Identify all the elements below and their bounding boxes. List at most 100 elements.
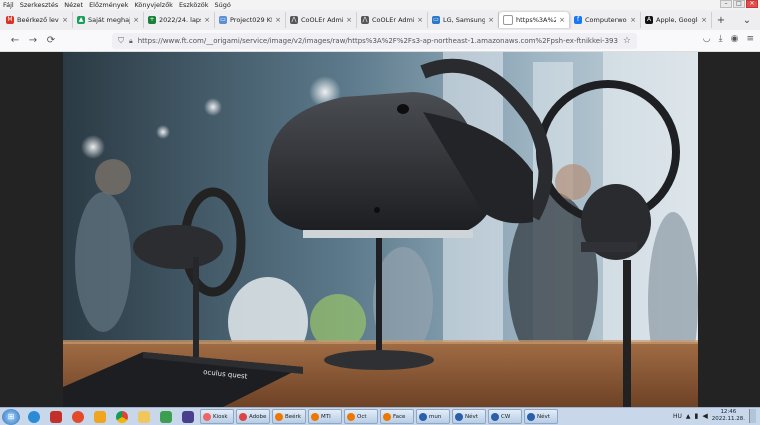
tab-list: MBeérkező levelek×▲Saját meghajtó×+2022/… xyxy=(2,12,712,28)
taskbar-task-3[interactable]: MTI xyxy=(308,409,342,424)
tab-label: https%3A%2F%2Fs3 xyxy=(516,16,556,24)
task-label: Kiosk xyxy=(213,413,228,420)
toolbar-right: ◡ ⤓ ◉ ≡ xyxy=(703,34,754,44)
download-icon[interactable]: ⤓ xyxy=(719,34,723,44)
url-text[interactable]: https://www.ft.com/__origami/service/ima… xyxy=(138,37,618,45)
menu-view[interactable]: Nézet xyxy=(64,1,83,9)
close-tab-icon[interactable]: × xyxy=(417,16,423,24)
media-player-icon[interactable] xyxy=(90,409,110,425)
maximize-button[interactable]: □ xyxy=(733,0,745,8)
address-bar[interactable]: ⛉ 🔒︎ https://www.ft.com/__origami/servic… xyxy=(112,33,637,49)
task-label: Névt xyxy=(465,413,478,420)
account-icon[interactable]: ◉ xyxy=(731,34,739,44)
close-tab-icon[interactable]: × xyxy=(275,16,281,24)
close-tab-icon[interactable]: × xyxy=(62,16,68,24)
close-tab-icon[interactable]: × xyxy=(133,16,139,24)
pocket-icon[interactable]: ◡ xyxy=(703,34,711,44)
clock[interactable]: 12:46 2022.11.28. xyxy=(712,409,745,423)
pdf-icon[interactable] xyxy=(68,409,88,425)
list-all-tabs-button[interactable]: ⌄ xyxy=(738,15,756,26)
tab-label: Beérkező levelek xyxy=(17,16,59,24)
back-button[interactable]: ← xyxy=(6,35,24,46)
close-tab-icon[interactable]: × xyxy=(630,16,636,24)
tab-label: Project029 Kft - xyxy=(230,16,272,24)
menu-edit[interactable]: Szerkesztés xyxy=(20,1,58,9)
taskbar-task-1[interactable]: Adobe xyxy=(236,409,270,424)
tab-3[interactable]: ▭Project029 Kft -× xyxy=(215,12,286,28)
navigation-bar: ← → ⟳ ⛉ 🔒︎ https://www.ft.com/__origami/… xyxy=(0,30,760,52)
gmail-icon: M xyxy=(6,16,14,24)
close-tab-icon[interactable]: × xyxy=(701,16,707,24)
tab-label: LG, Samsung, Hu xyxy=(443,16,486,24)
lock-icon[interactable]: 🔒︎ xyxy=(129,37,133,46)
language-indicator[interactable]: HU xyxy=(673,413,682,420)
tab-9[interactable]: AApple, Google, S× xyxy=(641,12,712,28)
start-button[interactable]: ⊞ xyxy=(2,408,20,425)
close-tab-icon[interactable]: × xyxy=(559,16,565,24)
save-icon[interactable] xyxy=(178,409,198,425)
tab-7[interactable]: https%3A%2F%2Fs3× xyxy=(499,12,570,28)
menu-file[interactable]: Fájl xyxy=(3,1,14,9)
tab-8[interactable]: fComputerworld× xyxy=(570,12,641,28)
image-viewer: oculus quest xyxy=(0,52,760,407)
taskbar-task-9[interactable]: Névt xyxy=(524,409,558,424)
tab-6[interactable]: ▭LG, Samsung, Hu× xyxy=(428,12,499,28)
tab-label: Saját meghajtó xyxy=(88,16,130,24)
task-label: Adobe xyxy=(249,413,267,420)
close-window-button[interactable]: ✕ xyxy=(746,0,758,8)
vr-headset-photo[interactable]: oculus quest xyxy=(63,52,698,407)
reload-button[interactable]: ⟳ xyxy=(42,35,60,46)
volume-icon[interactable]: ◀ xyxy=(702,412,707,420)
task-app-icon xyxy=(239,412,247,421)
taskbar-task-5[interactable]: Face xyxy=(380,409,414,424)
tray-arrow-icon[interactable]: ▲ xyxy=(686,413,691,420)
app-icon[interactable] xyxy=(46,409,66,425)
task-label: Oct xyxy=(357,413,367,420)
taskbar-task-7[interactable]: Névt xyxy=(452,409,486,424)
taskbar: ⊞ Kiosk Adobe Beérk MTI Oct Face mun Névt CW Névt… xyxy=(0,407,760,425)
tab-label: Apple, Google, S xyxy=(656,16,698,24)
close-tab-icon[interactable]: × xyxy=(346,16,352,24)
tab-label: CoOLEr Admin xyxy=(372,16,414,24)
facebook-icon: f xyxy=(574,16,582,24)
show-desktop-button[interactable] xyxy=(749,409,756,423)
menu-bookmarks[interactable]: Könyvjelzők xyxy=(134,1,173,9)
minimize-button[interactable]: – xyxy=(720,0,732,8)
sheets-icon: + xyxy=(148,16,156,24)
task-app-icon xyxy=(383,412,391,421)
task-app-icon xyxy=(527,412,535,421)
photo-app-icon[interactable] xyxy=(156,409,176,425)
page-icon: ▭ xyxy=(432,16,440,24)
network-icon[interactable]: ▮ xyxy=(695,412,699,420)
close-tab-icon[interactable]: × xyxy=(204,16,210,24)
app-menu-icon[interactable]: ≡ xyxy=(746,34,754,44)
taskbar-task-0[interactable]: Kiosk xyxy=(200,409,234,424)
menu-tools[interactable]: Eszközök xyxy=(179,1,209,9)
close-tab-icon[interactable]: × xyxy=(488,16,494,24)
taskbar-task-2[interactable]: Beérk xyxy=(272,409,306,424)
tab-1[interactable]: ▲Saját meghajtó× xyxy=(73,12,144,28)
new-tab-button[interactable]: + xyxy=(712,15,730,26)
drive-icon: ▲ xyxy=(77,16,85,24)
chrome-icon[interactable] xyxy=(112,409,132,425)
taskbar-task-8[interactable]: CW xyxy=(488,409,522,424)
shield-icon[interactable]: ⛉ xyxy=(118,36,124,46)
taskbar-task-6[interactable]: mun xyxy=(416,409,450,424)
task-label: Face xyxy=(393,413,406,420)
menu-help[interactable]: Súgó xyxy=(215,1,231,9)
task-label: Beérk xyxy=(285,413,301,420)
task-app-icon xyxy=(419,412,427,421)
ie-icon[interactable] xyxy=(24,409,44,425)
tab-4[interactable]: ⋀CoOLEr Admin× xyxy=(286,12,357,28)
tab-0[interactable]: MBeérkező levelek× xyxy=(2,12,73,28)
tab-2[interactable]: +2022/24. lapszám× xyxy=(144,12,215,28)
explorer-icon[interactable] xyxy=(134,409,154,425)
bookmark-star-icon[interactable]: ☆ xyxy=(623,36,631,46)
menu-history[interactable]: Előzmények xyxy=(89,1,128,9)
tab-5[interactable]: ⋀CoOLEr Admin× xyxy=(357,12,428,28)
forward-button[interactable]: → xyxy=(24,35,42,46)
tab-bar: MBeérkező levelek×▲Saját meghajtó×+2022/… xyxy=(0,10,760,30)
taskbar-task-4[interactable]: Oct xyxy=(344,409,378,424)
task-app-icon xyxy=(203,412,211,421)
task-label: MTI xyxy=(321,413,331,420)
